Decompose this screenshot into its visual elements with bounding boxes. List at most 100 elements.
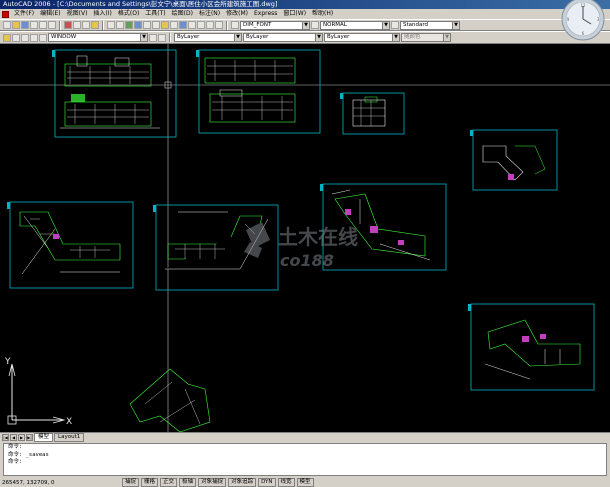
undo-icon[interactable] xyxy=(107,21,115,29)
help-icon[interactable] xyxy=(215,21,223,29)
app-icon[interactable] xyxy=(2,10,9,18)
text-style-value: NORMAL xyxy=(323,21,347,28)
menu-edit[interactable]: 编辑(E) xyxy=(37,9,63,19)
tool-palettes-icon[interactable] xyxy=(179,21,187,29)
layer-value: WINDOW xyxy=(51,34,77,40)
save-icon[interactable] xyxy=(21,21,29,29)
text-style-icon[interactable] xyxy=(231,21,239,29)
loose-roof-plan xyxy=(129,368,211,432)
make-current-layer-icon[interactable] xyxy=(149,33,157,42)
chevron-down-icon: ▼ xyxy=(382,21,389,29)
plot-style-value: 随颜色 xyxy=(404,34,421,40)
zoom-window-icon[interactable] xyxy=(143,21,151,29)
status-grid-button[interactable]: 栅格 xyxy=(141,478,159,487)
menu-format[interactable]: 格式(O) xyxy=(115,9,142,19)
text-style-select[interactable]: NORMAL ▼ xyxy=(320,20,390,30)
zoom-realtime-icon[interactable] xyxy=(134,21,142,29)
status-polar-button[interactable]: 极轴 xyxy=(179,478,197,487)
copy-icon[interactable] xyxy=(73,21,81,29)
status-bar: 265457, 132709, 0 捕捉 栅格 正交 极轴 对象捕捉 对象追踪 … xyxy=(0,478,610,487)
layer-lock-icon[interactable] xyxy=(30,33,38,42)
layout-tabs: |◀ ◀ ▶ ▶| 模型 Layout1 xyxy=(0,432,610,442)
tab-prev-icon[interactable]: ◀ xyxy=(10,433,17,441)
menu-insert[interactable]: 插入(I) xyxy=(90,9,114,19)
color-value: ByLayer xyxy=(177,34,200,40)
tab-last-icon[interactable]: ▶| xyxy=(26,433,33,441)
drawing-sheet-plan-8 xyxy=(468,303,595,391)
menu-file[interactable]: 文件(F) xyxy=(11,9,37,19)
design-center-icon[interactable] xyxy=(170,21,178,29)
chevron-down-icon: ▼ xyxy=(302,21,309,29)
drawing-sheet-elevations-2 xyxy=(196,49,321,134)
layer-color-icon[interactable] xyxy=(39,33,47,42)
standard-toolbar: DIM_FONT ▼ NORMAL ▼ Standard ▼ xyxy=(0,19,610,31)
command-history-line: 命令: xyxy=(8,444,23,450)
color-select[interactable]: ByLayer ▼ xyxy=(174,33,242,42)
properties-icon[interactable] xyxy=(161,21,169,29)
menu-view[interactable]: 视图(V) xyxy=(64,9,91,19)
command-window[interactable]: 命令: 命令: _saveas 命令: xyxy=(3,443,607,476)
status-snap-button[interactable]: 捕捉 xyxy=(122,478,140,487)
status-otrack-button[interactable]: 对象追踪 xyxy=(228,478,257,487)
ucs-icon xyxy=(7,363,66,425)
status-ortho-button[interactable]: 正交 xyxy=(160,478,178,487)
menu-express[interactable]: Express xyxy=(251,9,280,19)
window-title: AutoCAD 2006 - [C:\Documents and Setting… xyxy=(0,0,610,9)
menu-window[interactable]: 窗口(W) xyxy=(280,9,309,19)
table-style-select[interactable]: Standard ▼ xyxy=(400,20,460,30)
linetype-value: ByLayer xyxy=(246,34,269,40)
chevron-down-icon: ▼ xyxy=(234,34,241,41)
tab-layout1[interactable]: Layout1 xyxy=(54,432,85,442)
table-style-value: Standard xyxy=(403,21,429,28)
layer-previous-icon[interactable] xyxy=(158,33,166,42)
svg-text:3: 3 xyxy=(597,17,600,22)
dim-style-value: DIM_FONT xyxy=(243,21,272,28)
status-lineweight-button[interactable]: 线宽 xyxy=(277,478,295,487)
status-model-button[interactable]: 模型 xyxy=(296,478,314,487)
command-prompt[interactable]: 命令: xyxy=(8,459,606,467)
status-dyn-button[interactable]: DYN xyxy=(258,478,276,487)
table-style-icon[interactable] xyxy=(391,21,399,29)
tab-first-icon[interactable]: |◀ xyxy=(2,433,9,441)
print-icon[interactable] xyxy=(30,21,38,29)
drawing-canvas[interactable]: Y X 土木在线 co188 xyxy=(0,44,610,432)
preview-icon[interactable] xyxy=(39,21,47,29)
layer-manager-icon[interactable] xyxy=(3,33,11,42)
new-icon[interactable] xyxy=(3,21,11,29)
menu-dimension[interactable]: 标注(N) xyxy=(196,9,223,19)
lineweight-value: ByLayer xyxy=(327,34,350,40)
chevron-down-icon: ▼ xyxy=(452,21,459,29)
zoom-previous-icon[interactable] xyxy=(152,21,160,29)
match-properties-icon[interactable] xyxy=(91,21,99,29)
layer-sun-icon[interactable] xyxy=(21,33,29,42)
menu-tools[interactable]: 工具(T) xyxy=(142,9,168,19)
menu-modify[interactable]: 修改(M) xyxy=(223,9,251,19)
tab-next-icon[interactable]: ▶ xyxy=(18,433,25,441)
linetype-select[interactable]: ByLayer ▼ xyxy=(243,33,323,42)
watermark-logo: 土木在线 co188 xyxy=(244,222,358,270)
paste-icon[interactable] xyxy=(82,21,90,29)
status-osnap-button[interactable]: 对象捕捉 xyxy=(198,478,227,487)
markup-icon[interactable] xyxy=(197,21,205,29)
calculator-icon[interactable] xyxy=(206,21,214,29)
chevron-down-icon: ▼ xyxy=(443,34,450,41)
open-icon[interactable] xyxy=(12,21,20,29)
dimension-style-icon[interactable] xyxy=(311,21,319,29)
layer-bulb-icon[interactable] xyxy=(12,33,20,42)
layer-select[interactable]: WINDOW ▼ xyxy=(48,33,148,42)
lineweight-select[interactable]: ByLayer ▼ xyxy=(324,33,400,42)
menu-help[interactable]: 帮助(H) xyxy=(309,9,336,19)
publish-icon[interactable] xyxy=(48,21,56,29)
dim-style-select[interactable]: DIM_FONT ▼ xyxy=(240,20,310,30)
plot-style-select[interactable]: 随颜色 ▼ xyxy=(401,33,451,42)
redo-icon[interactable] xyxy=(116,21,124,29)
pan-icon[interactable] xyxy=(125,21,133,29)
sheet-set-icon[interactable] xyxy=(188,21,196,29)
coordinate-readout: 265457, 132709, 0 xyxy=(2,479,55,486)
svg-text:12: 12 xyxy=(580,3,586,8)
tab-model[interactable]: 模型 xyxy=(34,432,54,442)
cut-icon[interactable] xyxy=(64,21,72,29)
menu-draw[interactable]: 绘图(D) xyxy=(169,9,196,19)
drawing-sheet-elevation-3 xyxy=(340,92,405,135)
drawing-sheet-plan-5 xyxy=(7,201,134,289)
